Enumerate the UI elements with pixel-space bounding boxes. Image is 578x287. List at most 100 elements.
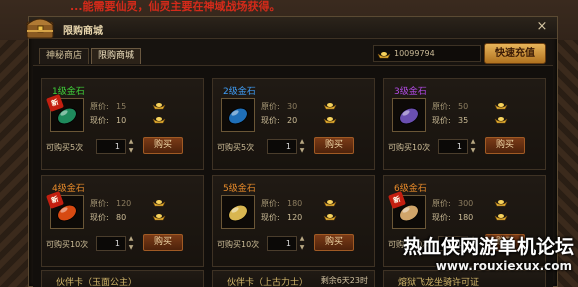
- item-name: 3级金石: [394, 87, 427, 97]
- watermark-url: www.rouxiexux.com: [435, 259, 572, 273]
- original-price: 15: [116, 102, 127, 111]
- item-slot[interactable]: 新: [388, 191, 426, 229]
- item-slot[interactable]: [392, 98, 426, 132]
- current-price-label: 现价:: [432, 213, 451, 222]
- remaining-time: 剩余6天23时: [320, 276, 368, 285]
- current-price: 180: [458, 213, 474, 222]
- quantity-stepper: ▲ ▼: [298, 137, 306, 156]
- item-slot[interactable]: [221, 98, 255, 132]
- gold-ingot-icon: [494, 101, 508, 112]
- original-price: 30: [287, 102, 298, 111]
- gold-ingot-icon: [494, 212, 508, 223]
- item-name: 5级金石: [223, 184, 256, 194]
- increase-arrow-icon[interactable]: ▲: [298, 137, 306, 146]
- watermark-title: 热血侠网游单机论坛: [402, 236, 574, 258]
- gold-ingot-icon: [152, 115, 166, 126]
- item-card-partner-princess[interactable]: 伙伴卡（玉面公主）: [41, 270, 204, 287]
- current-price: 120: [287, 213, 303, 222]
- current-price: 10: [116, 116, 127, 125]
- item-name: 伙伴卡（玉面公主）: [56, 278, 138, 287]
- buy-button[interactable]: 购买: [314, 234, 354, 251]
- gold-ingot-icon: [323, 212, 337, 223]
- quantity-input[interactable]: 1: [96, 139, 126, 154]
- quantity-input[interactable]: 1: [267, 139, 297, 154]
- decrease-arrow-icon[interactable]: ▼: [298, 243, 306, 252]
- quantity-stepper: ▲ ▼: [469, 137, 477, 156]
- item-name: 2级金石: [223, 87, 256, 97]
- increase-arrow-icon[interactable]: ▲: [469, 137, 477, 146]
- item-slot[interactable]: 新: [46, 94, 84, 132]
- current-price: 20: [287, 116, 298, 125]
- quick-recharge-button[interactable]: 快速充值: [484, 43, 546, 64]
- original-price-row: 原价: 120: [90, 198, 166, 209]
- gold-ingot-icon: [377, 49, 391, 64]
- original-price: 120: [116, 199, 132, 208]
- currency-display: 10099794: [373, 45, 481, 62]
- original-price-row: 原价: 50: [432, 101, 508, 112]
- current-price-label: 现价:: [261, 116, 280, 125]
- quantity-stepper: ▲ ▼: [127, 137, 135, 156]
- decrease-arrow-icon[interactable]: ▼: [469, 146, 477, 155]
- buy-button[interactable]: 购买: [143, 234, 183, 251]
- current-price-row: 现价: 180: [432, 212, 508, 223]
- item-slot[interactable]: 新: [46, 191, 84, 229]
- purchase-limit: 可购买10次: [388, 143, 431, 152]
- gold-ingot-icon: [494, 198, 508, 209]
- original-price-row: 原价: 300: [432, 198, 508, 209]
- quantity-input[interactable]: 1: [438, 139, 468, 154]
- tab-bar: 神秘商店 限购商城: [39, 48, 142, 64]
- decrease-arrow-icon[interactable]: ▼: [298, 146, 306, 155]
- purchase-limit: 可购买5次: [217, 143, 255, 152]
- original-price-label: 原价:: [90, 102, 109, 111]
- original-price: 180: [287, 199, 303, 208]
- buy-button[interactable]: 购买: [485, 137, 525, 154]
- original-price-label: 原价:: [90, 199, 109, 208]
- current-price-label: 现价:: [90, 213, 109, 222]
- item-card: 4级金石 新 原价: 120 现价: 80 可购买10次 1 ▲ ▼ 购买: [41, 175, 204, 267]
- current-price: 35: [458, 116, 469, 125]
- current-price-label: 现价:: [432, 116, 451, 125]
- purchase-limit: 可购买10次: [46, 240, 89, 249]
- item-slot[interactable]: [221, 195, 255, 229]
- current-price-row: 现价: 80: [90, 212, 166, 223]
- original-price: 50: [458, 102, 469, 111]
- tab-mystery-shop[interactable]: 神秘商店: [39, 48, 90, 64]
- increase-arrow-icon[interactable]: ▲: [298, 234, 306, 243]
- item-card: 3级金石 原价: 50 现价: 35 可购买10次 1 ▲ ▼ 购买: [383, 78, 546, 170]
- current-price-label: 现价:: [90, 116, 109, 125]
- buy-button[interactable]: 购买: [143, 137, 183, 154]
- increase-arrow-icon[interactable]: ▲: [127, 234, 135, 243]
- original-price-row: 原价: 30: [261, 101, 337, 112]
- decrease-arrow-icon[interactable]: ▼: [127, 146, 135, 155]
- item-card: 5级金石 原价: 180 现价: 120 可购买10次 1 ▲ ▼ 购买: [212, 175, 375, 267]
- decrease-arrow-icon[interactable]: ▼: [127, 243, 135, 252]
- close-button[interactable]: ×: [535, 20, 549, 34]
- original-price-label: 原价:: [261, 102, 280, 111]
- gold-ingot-icon: [323, 115, 337, 126]
- buy-button[interactable]: 购买: [314, 137, 354, 154]
- item-card: 2级金石 原价: 30 现价: 20 可购买5次 1 ▲ ▼ 购买: [212, 78, 375, 170]
- item-card: 1级金石 新 原价: 15 现价: 10 可购买5次 1 ▲ ▼ 购买: [41, 78, 204, 170]
- original-price-label: 原价:: [432, 199, 451, 208]
- gold-ingot-icon: [152, 101, 166, 112]
- original-price-row: 原价: 180: [261, 198, 337, 209]
- increase-arrow-icon[interactable]: ▲: [127, 137, 135, 146]
- current-price-row: 现价: 10: [90, 115, 166, 126]
- original-price-label: 原价:: [432, 102, 451, 111]
- title-bar[interactable]: 限购商城 ×: [26, 17, 557, 39]
- gold-ingot-icon: [152, 198, 166, 209]
- gem-icon: [228, 204, 248, 222]
- item-card-partner-warrior[interactable]: 伙伴卡（上古力士） 剩余6天23时: [212, 270, 375, 287]
- current-price-row: 现价: 120: [261, 212, 337, 223]
- quantity-input[interactable]: 1: [267, 236, 297, 251]
- current-price: 80: [116, 213, 127, 222]
- gold-ingot-icon: [323, 101, 337, 112]
- original-price: 300: [458, 199, 474, 208]
- item-name: 伙伴卡（上古力士）: [227, 278, 309, 287]
- tab-limited-shop[interactable]: 限购商城: [91, 48, 142, 64]
- gold-ingot-icon: [494, 115, 508, 126]
- gem-icon: [228, 107, 248, 125]
- quantity-input[interactable]: 1: [96, 236, 126, 251]
- current-price-label: 现价:: [261, 213, 280, 222]
- gold-ingot-icon: [152, 212, 166, 223]
